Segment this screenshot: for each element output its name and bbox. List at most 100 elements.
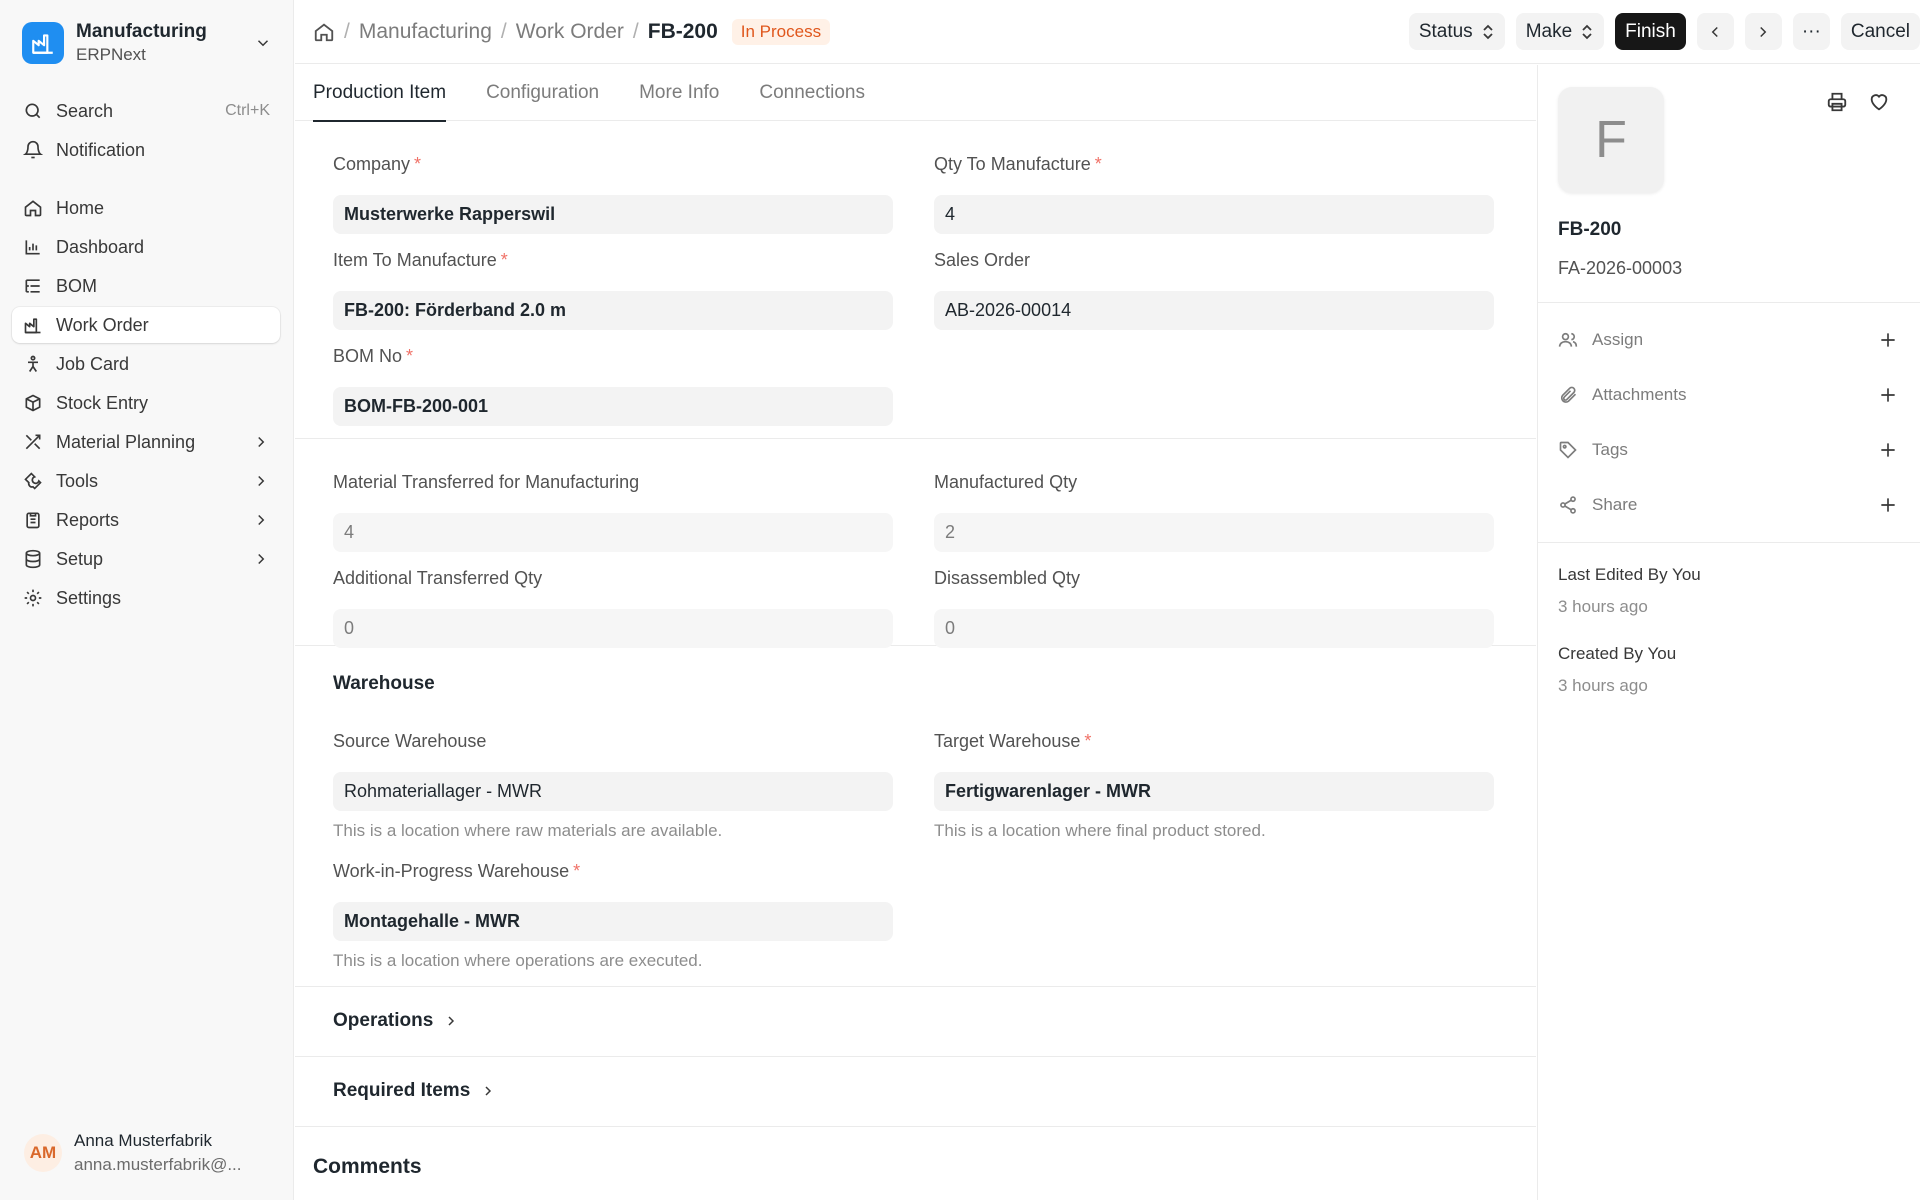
app-name: Manufacturing	[76, 21, 207, 42]
last-edited-label: Last Edited By You	[1558, 565, 1701, 584]
item-to-manufacture-input[interactable]: FB-200: Förderband 2.0 m	[333, 291, 893, 330]
sidebar-notification[interactable]: Notification	[12, 132, 280, 168]
share-label: Share	[1592, 495, 1638, 514]
notification-label: Notification	[56, 139, 146, 160]
tab-production-item[interactable]: Production Item	[313, 65, 447, 122]
app-subtitle: ERPNext	[76, 45, 146, 64]
plus-icon[interactable]	[1878, 440, 1898, 460]
required-items-section: Required Items	[295, 1058, 1536, 1127]
cancel-button[interactable]: Cancel	[1840, 13, 1920, 50]
app-switcher[interactable]: Manufacturing ERPNext	[12, 12, 282, 74]
plus-icon[interactable]	[1878, 385, 1898, 405]
required-items-toggle[interactable]: Required Items	[333, 1080, 496, 1102]
bell-icon	[22, 139, 44, 161]
qty-to-manufacture-field: Qty To Manufacture * 4	[934, 154, 1494, 234]
wip-warehouse-label: Work-in-Progress Warehouse	[333, 861, 570, 881]
person-icon	[22, 353, 44, 375]
tab-connections[interactable]: Connections	[759, 65, 865, 121]
sidebar-item-label: BOM	[56, 275, 98, 296]
tags-row[interactable]: Tags	[1558, 435, 1898, 465]
sidebar-item-job-card[interactable]: Job Card	[12, 346, 280, 382]
next-button[interactable]	[1744, 13, 1782, 50]
breadcrumb-module[interactable]: Manufacturing	[359, 20, 492, 44]
target-warehouse-input[interactable]: Fertigwarenlager - MWR	[934, 772, 1494, 811]
sidebar-item-bom[interactable]: BOM	[12, 268, 280, 304]
wip-warehouse-field: Work-in-Progress Warehouse * Montagehalle…	[333, 861, 893, 971]
user-email: anna.musterfabrik@...	[74, 1155, 242, 1174]
sidebar-item-dashboard[interactable]: Dashboard	[12, 229, 280, 265]
required-items-title: Required Items	[333, 1080, 471, 1101]
chevron-right-icon	[252, 472, 270, 490]
breadcrumb: / Manufacturing / Work Order / FB-200	[313, 20, 718, 44]
tab-more-info[interactable]: More Info	[639, 65, 719, 121]
source-warehouse-help: This is a location where raw materials a…	[333, 821, 723, 840]
created-label: Created By You	[1558, 644, 1677, 663]
sidebar-item-tools[interactable]: Tools	[12, 463, 280, 499]
home-icon[interactable]	[313, 21, 335, 43]
required-asterisk: *	[406, 346, 414, 366]
user-name: Anna Musterfabrik	[74, 1131, 212, 1150]
attachments-label: Attachments	[1592, 385, 1687, 404]
chevron-right-icon	[1754, 23, 1772, 41]
database-icon	[22, 548, 44, 570]
make-button[interactable]: Make	[1515, 13, 1605, 50]
wip-warehouse-input[interactable]: Montagehalle - MWR	[333, 902, 893, 941]
sidebar-item-setup[interactable]: Setup	[12, 541, 280, 577]
sidebar-item-label: Job Card	[56, 353, 130, 374]
sales-order-label: Sales Order	[934, 250, 1031, 270]
company-input[interactable]: Musterwerke Rapperswil	[333, 195, 893, 234]
sidebar-item-settings[interactable]: Settings	[12, 580, 280, 616]
sidebar-item-label: Home	[56, 197, 105, 218]
share-row[interactable]: Share	[1558, 490, 1898, 520]
document-sidebar: F FB-200 FA-2026-00003 Assign Attachment…	[1537, 65, 1920, 1200]
bom-no-label: BOM No	[333, 346, 403, 366]
tag-icon	[1558, 440, 1580, 460]
quantities-section: Material Transferred for Manufacturing 4…	[295, 440, 1536, 648]
item-to-manufacture-label: Item To Manufacture	[333, 250, 497, 270]
sidebar: Manufacturing ERPNext Search Ctrl+K Noti…	[0, 0, 294, 1200]
document-title: FB-200	[1558, 219, 1622, 240]
sidebar-item-work-order[interactable]: Work Order	[12, 307, 280, 343]
material-transferred-field: Material Transferred for Manufacturing 4	[333, 472, 893, 552]
sidebar-search[interactable]: Search Ctrl+K	[12, 93, 280, 129]
operations-section: Operations	[295, 988, 1536, 1057]
source-warehouse-label: Source Warehouse	[333, 731, 487, 751]
sidebar-item-stock-entry[interactable]: Stock Entry	[12, 385, 280, 421]
clipboard-icon	[22, 509, 44, 531]
disassembled-qty-label: Disassembled Qty	[934, 568, 1081, 588]
more-actions-button[interactable]: ···	[1792, 13, 1830, 50]
document-avatar: F	[1558, 87, 1664, 193]
status-button[interactable]: Status	[1408, 13, 1505, 50]
heart-icon[interactable]	[1868, 91, 1890, 113]
document-subtitle: FA-2026-00003	[1558, 258, 1683, 278]
qty-to-manufacture-input[interactable]: 4	[934, 195, 1494, 234]
sidebar-item-material-planning[interactable]: Material Planning	[12, 424, 280, 460]
chevron-right-icon	[252, 511, 270, 529]
assign-row[interactable]: Assign	[1558, 325, 1898, 355]
gear-icon	[22, 587, 44, 609]
sidebar-item-reports[interactable]: Reports	[12, 502, 280, 538]
attachments-row[interactable]: Attachments	[1558, 380, 1898, 410]
wrench-icon	[22, 470, 44, 492]
tab-configuration[interactable]: Configuration	[486, 65, 599, 121]
chevron-right-icon	[470, 1083, 496, 1099]
production-item-section: Company * Musterwerke Rapperswil Qty To M…	[295, 122, 1536, 439]
source-warehouse-input[interactable]: Rohmateriallager - MWR	[333, 772, 893, 811]
sales-order-input[interactable]: AB-2026-00014	[934, 291, 1494, 330]
printer-icon[interactable]	[1826, 91, 1848, 113]
bom-no-input[interactable]: BOM-FB-200-001	[333, 387, 893, 426]
sales-order-field: Sales Order AB-2026-00014	[934, 250, 1494, 330]
user-menu[interactable]: AM Anna Musterfabrik anna.musterfabrik@.…	[12, 1120, 282, 1186]
breadcrumb-doctype[interactable]: Work Order	[516, 20, 624, 44]
plus-icon[interactable]	[1878, 495, 1898, 515]
assign-label: Assign	[1592, 330, 1644, 349]
previous-button[interactable]	[1696, 13, 1734, 50]
page-title: FB-200	[647, 19, 718, 43]
target-warehouse-help: This is a location where final product s…	[934, 821, 1266, 840]
search-icon	[22, 100, 44, 122]
sidebar-item-home[interactable]: Home	[12, 190, 280, 226]
plus-icon[interactable]	[1878, 330, 1898, 350]
operations-toggle[interactable]: Operations	[333, 1010, 459, 1032]
form-tabs: Production Item Configuration More Info …	[295, 65, 1536, 122]
finish-button[interactable]: Finish	[1615, 13, 1686, 50]
